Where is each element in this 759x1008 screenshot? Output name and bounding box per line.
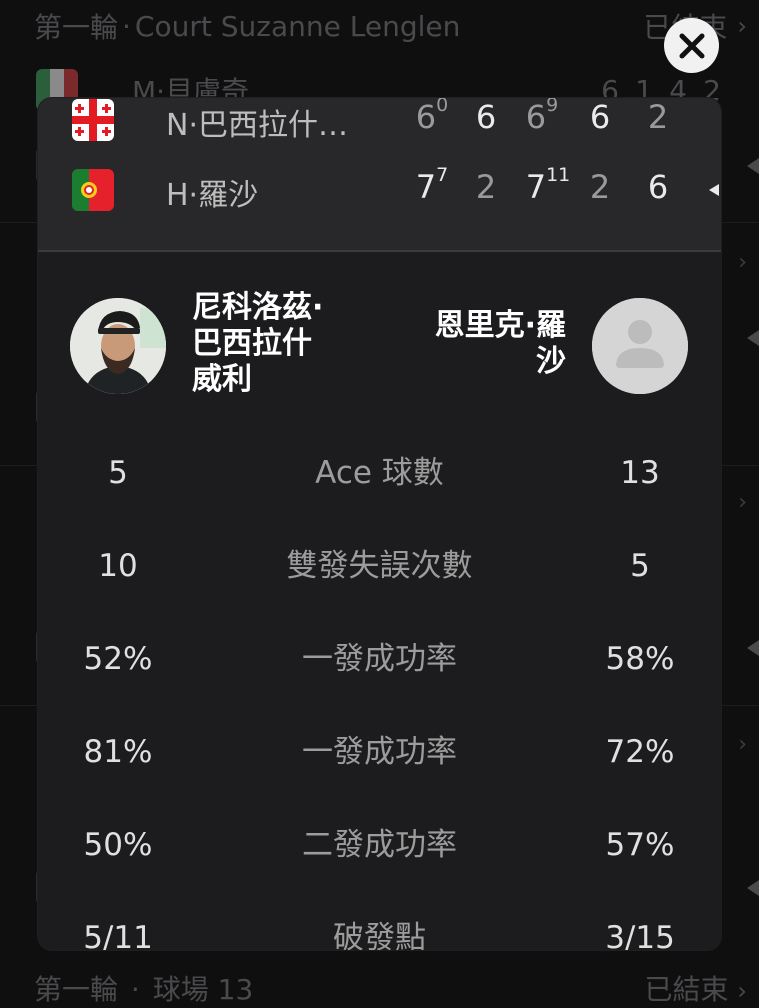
round-label: 第一輪 xyxy=(34,973,119,1006)
stat-label: 破發點 xyxy=(333,920,426,950)
portugal-flag-icon xyxy=(72,169,114,211)
court-label: 球場 13 xyxy=(152,973,254,1006)
set-score: 2 xyxy=(647,98,669,136)
chevron-right-icon: › xyxy=(737,12,747,40)
stat-row: 5/11 破發點 3/15 xyxy=(38,913,721,950)
stat-row: 10 雙發失誤次數 5 xyxy=(38,541,721,591)
court-label: Court Suzanne Lenglen xyxy=(134,9,461,43)
stat-right-value: 13 xyxy=(620,455,660,491)
set-score: 6 xyxy=(589,98,611,136)
chevron-right-icon: › xyxy=(737,977,747,1005)
set-score: 2 xyxy=(589,168,611,206)
player-full-name: 恩里克·羅 沙 xyxy=(434,308,566,379)
serve-indicator-icon xyxy=(709,184,719,196)
stat-right-value: 5 xyxy=(630,548,650,584)
stat-label: 雙發失誤次數 xyxy=(286,548,473,584)
stat-right-value: 3/15 xyxy=(605,920,675,950)
stat-label: Ace 球數 xyxy=(315,455,444,491)
chevron-right-icon: › xyxy=(738,732,747,757)
serve-indicator-icon xyxy=(747,640,759,656)
chevron-right-icon: › xyxy=(738,250,747,275)
set-score: 77 xyxy=(415,164,449,206)
georgia-flag-icon xyxy=(72,99,114,141)
stat-left-value: 5/11 xyxy=(83,920,153,950)
divider xyxy=(38,250,721,252)
player-full-name: 尼科洛茲· 巴西拉什 威利 xyxy=(192,290,324,397)
stat-row: 50% 二發成功率 57% xyxy=(38,820,721,870)
player-name: N·巴西拉什… xyxy=(166,108,348,143)
serve-indicator-icon xyxy=(747,158,759,174)
stat-row: 81% 一發成功率 72% xyxy=(38,727,721,777)
round-label: 第一輪 xyxy=(34,11,119,44)
stat-right-value: 57% xyxy=(605,827,675,863)
set-score: 711 xyxy=(525,164,571,206)
set-score: 2 xyxy=(475,168,497,206)
stat-left-value: 10 xyxy=(98,548,138,584)
stat-label: 一發成功率 xyxy=(302,734,457,770)
match-status: 已結束 xyxy=(644,973,729,1006)
set-score: 60 xyxy=(415,98,449,136)
stat-left-value: 50% xyxy=(83,827,153,863)
stat-label: 一發成功率 xyxy=(302,641,457,677)
set-score: 69 xyxy=(525,98,559,136)
stat-left-value: 5 xyxy=(108,455,128,491)
player-name: H·羅沙 xyxy=(166,178,259,213)
player-avatar xyxy=(70,298,166,394)
serve-indicator-icon xyxy=(747,880,759,896)
stat-row: 5 Ace 球數 13 xyxy=(38,448,721,498)
stat-right-value: 72% xyxy=(605,734,675,770)
set-score: 6 xyxy=(647,168,669,206)
stat-left-value: 52% xyxy=(83,641,153,677)
scoreboard: N·巴西拉什… 60 6 69 6 2 H·羅沙 77 2 711 2 6 xyxy=(38,98,721,250)
stat-right-value: 58% xyxy=(605,641,675,677)
player-score-row: N·巴西拉什… 60 6 69 6 2 xyxy=(38,98,721,148)
stat-left-value: 81% xyxy=(83,734,153,770)
close-button[interactable] xyxy=(664,18,719,73)
background-match-header[interactable]: 第一輪 · 球場 13 已結束 › xyxy=(34,968,747,1008)
set-score: 6 xyxy=(475,98,497,136)
player-score-row: H·羅沙 77 2 711 2 6 xyxy=(38,162,721,218)
stat-label: 二發成功率 xyxy=(302,827,457,863)
serve-indicator-icon xyxy=(747,330,759,346)
stat-row: 52% 一發成功率 58% xyxy=(38,634,721,684)
chevron-right-icon: › xyxy=(738,490,747,515)
close-icon xyxy=(679,33,704,58)
background-match-header[interactable]: 第一輪 · Court Suzanne Lenglen 已結束 › xyxy=(34,6,747,46)
default-avatar-icon xyxy=(592,298,688,394)
match-detail-card: N·巴西拉什… 60 6 69 6 2 H·羅沙 77 2 711 2 6 尼科… xyxy=(38,98,721,950)
